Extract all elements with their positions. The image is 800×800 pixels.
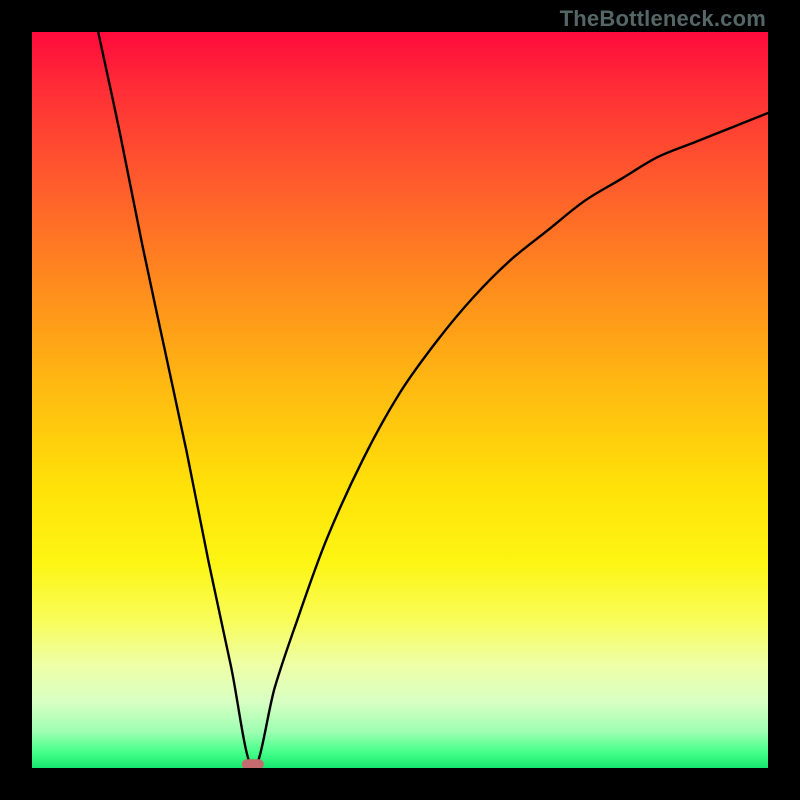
plot-area [32,32,768,768]
minimum-marker [242,759,264,768]
curve-layer [32,32,768,768]
bottleneck-curve [98,32,768,768]
chart-frame: TheBottleneck.com [0,0,800,800]
watermark-text: TheBottleneck.com [560,6,766,32]
